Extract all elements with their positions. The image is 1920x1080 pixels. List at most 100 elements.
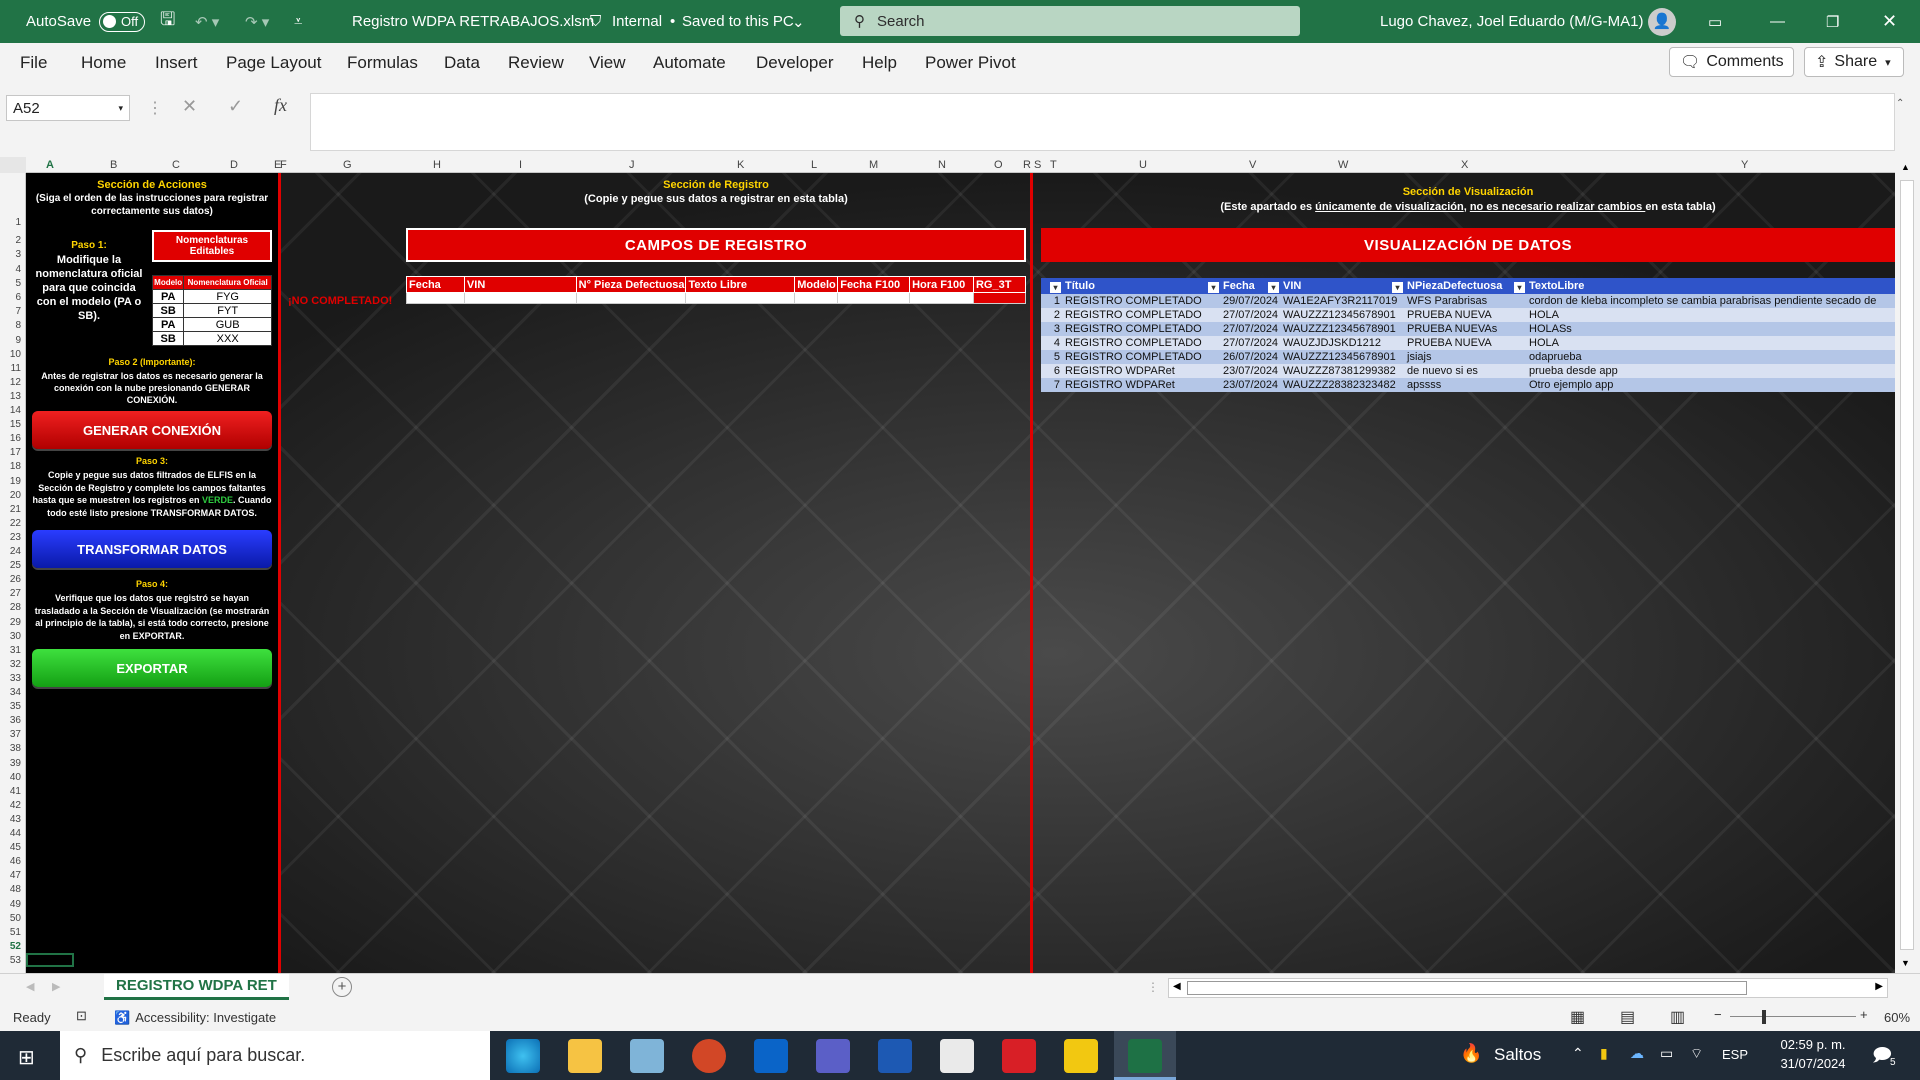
tab-home[interactable]: Home <box>81 53 126 73</box>
scroll-up-icon[interactable]: ▲ <box>1901 162 1910 172</box>
row-header[interactable]: 38 <box>10 743 21 754</box>
tab-next-icon[interactable]: ▶ <box>52 980 60 993</box>
zoom-in-icon[interactable]: + <box>1860 1007 1868 1022</box>
col-header[interactable]: M <box>869 159 878 171</box>
vis-header[interactable]: TextoLibre <box>1527 278 1895 294</box>
reg-header[interactable]: VIN <box>463 276 577 293</box>
reg-header[interactable]: Fecha F100 <box>837 276 911 293</box>
row-header[interactable]: 8 <box>15 320 21 331</box>
row-header[interactable]: 21 <box>10 504 21 515</box>
nom-cell[interactable]: SB <box>151 331 185 346</box>
reg-header[interactable]: Fecha <box>406 276 465 293</box>
row-header[interactable]: 37 <box>10 729 21 740</box>
zoom-thumb[interactable] <box>1762 1010 1766 1024</box>
app-icon[interactable] <box>630 1039 664 1073</box>
windows-start-icon[interactable]: ⊞ <box>18 1045 35 1070</box>
row-header[interactable]: 49 <box>10 899 21 910</box>
share-button[interactable]: ⇪ Share ▾ <box>1804 47 1904 77</box>
weather-label[interactable]: Saltos <box>1494 1045 1541 1065</box>
table-row[interactable] <box>406 292 1027 304</box>
comments-button[interactable]: 🗨 Comments <box>1669 47 1794 77</box>
scroll-thumb[interactable] <box>1900 180 1914 950</box>
row-header[interactable]: 42 <box>10 800 21 811</box>
nom-cell[interactable]: SB <box>151 303 185 318</box>
row-header[interactable]: 4 <box>15 264 21 275</box>
row-header[interactable]: 34 <box>10 687 21 698</box>
table-row[interactable]: 2 REGISTRO COMPLETADO 27/07/2024 WAUZZZ1234… <box>1041 308 1895 322</box>
tab-prev-icon[interactable]: ◀ <box>26 980 34 993</box>
ribbon-display-icon[interactable]: ▭ <box>1708 0 1722 43</box>
undo-icon[interactable]: ↶ ▾ <box>195 0 219 43</box>
vis-header[interactable]: NPiezaDefectuosa ▾ <box>1405 278 1527 294</box>
col-header[interactable]: D <box>230 159 238 171</box>
edge-icon[interactable] <box>506 1039 540 1073</box>
row-header[interactable]: 12 <box>10 377 21 388</box>
row-header[interactable]: 7 <box>15 306 21 317</box>
row-header[interactable]: 53 <box>10 955 21 966</box>
nom-cell[interactable]: PA <box>151 317 185 332</box>
acrobat-icon[interactable] <box>1002 1039 1036 1073</box>
tab-data[interactable]: Data <box>444 53 480 73</box>
col-header[interactable]: Y <box>1741 159 1748 171</box>
col-header[interactable]: V <box>1249 159 1256 171</box>
row-header[interactable]: 36 <box>10 715 21 726</box>
tray-chevron-icon[interactable]: ⌃ <box>1572 1045 1584 1062</box>
col-header[interactable]: A <box>46 159 54 171</box>
nom-cell[interactable]: FYT <box>183 303 272 318</box>
save-icon[interactable]: 🖫 <box>160 0 175 43</box>
row-header[interactable]: 30 <box>10 631 21 642</box>
col-header[interactable]: G <box>343 159 352 171</box>
nom-cell[interactable]: FYG <box>183 289 272 304</box>
onedrive-icon[interactable]: ☁ <box>1630 1045 1644 1062</box>
row-header[interactable]: 29 <box>10 617 21 628</box>
battery-icon[interactable]: ▭ <box>1660 1045 1673 1062</box>
cancel-icon[interactable]: ✕ <box>182 96 197 117</box>
row-header[interactable]: 5 <box>15 278 21 289</box>
row-header[interactable]: 2 <box>15 235 21 246</box>
language-indicator[interactable]: ESP <box>1722 1047 1748 1062</box>
nom-cell[interactable]: GUB <box>183 317 272 332</box>
reg-header[interactable]: Texto Libre <box>685 276 796 293</box>
row-header[interactable]: 45 <box>10 842 21 853</box>
col-header[interactable]: W <box>1338 159 1348 171</box>
row-header[interactable]: 16 <box>10 433 21 444</box>
user-name[interactable]: Lugo Chavez, Joel Eduardo (M/G-MA1) <box>1380 0 1643 43</box>
avatar[interactable]: 👤 <box>1648 0 1676 43</box>
powerpoint-icon[interactable] <box>692 1039 726 1073</box>
zoom-level[interactable]: 60% <box>1884 1010 1910 1025</box>
horizontal-scrollbar[interactable]: ◀ ▶ <box>1168 978 1888 998</box>
vis-header[interactable]: VIN ▾ <box>1281 278 1405 294</box>
reg-header[interactable]: RG_3T <box>972 276 1027 293</box>
col-header[interactable]: U <box>1139 159 1147 171</box>
restore-icon[interactable]: ❐ <box>1826 0 1839 43</box>
file-explorer-icon[interactable] <box>568 1039 602 1073</box>
zoom-slider[interactable] <box>1730 1016 1856 1017</box>
row-header[interactable]: 27 <box>10 588 21 599</box>
row-header[interactable]: 31 <box>10 645 21 656</box>
table-row[interactable]: 3 REGISTRO COMPLETADO 27/07/2024 WAUZZZ1234… <box>1041 322 1895 336</box>
row-header[interactable]: 47 <box>10 870 21 881</box>
col-header[interactable]: R <box>1023 159 1031 171</box>
insert-function-icon[interactable]: fx <box>274 95 287 116</box>
power-bi-tray-icon[interactable]: ▮ <box>1600 1045 1608 1062</box>
row-header[interactable]: 33 <box>10 673 21 684</box>
row-header[interactable]: 40 <box>10 772 21 783</box>
table-row[interactable]: 4 REGISTRO COMPLETADO 27/07/2024 WAUZJDJSKD… <box>1041 336 1895 350</box>
reg-header[interactable]: N° Pieza Defectuosa <box>575 276 687 293</box>
row-header[interactable]: 50 <box>10 913 21 924</box>
col-header[interactable]: J <box>629 159 635 171</box>
tab-developer[interactable]: Developer <box>756 53 834 73</box>
reg-header[interactable]: Modelo <box>794 276 839 293</box>
name-box[interactable]: A52 ▾ <box>6 95 130 121</box>
row-header[interactable]: 35 <box>10 701 21 712</box>
row-header[interactable]: 11 <box>11 363 21 374</box>
row-header[interactable]: 19 <box>10 476 21 487</box>
redo-icon[interactable]: ↷ ▾ <box>245 0 269 43</box>
notifications-icon[interactable]: 🗩 <box>1872 1043 1892 1073</box>
power-bi-icon[interactable] <box>1064 1039 1098 1073</box>
excel-taskbar-active[interactable] <box>1114 1031 1176 1080</box>
table-row[interactable]: 7 REGISTRO WDPARet 23/07/2024 WAUZZZ2838232… <box>1041 378 1895 392</box>
chevron-down-icon[interactable]: ⌄ <box>792 0 805 43</box>
row-header[interactable]: 24 <box>10 546 21 557</box>
sheet-tab-active[interactable]: REGISTRO WDPA RET <box>104 974 289 1000</box>
